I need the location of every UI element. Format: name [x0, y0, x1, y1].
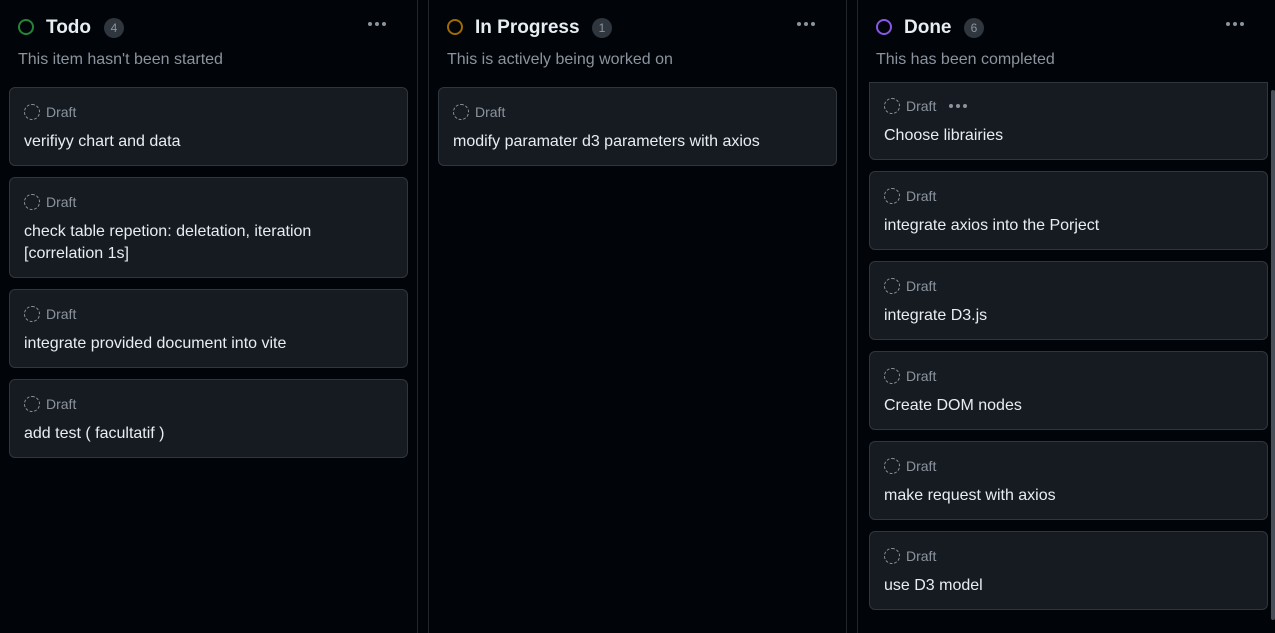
column-in-progress: In Progress 1 This is actively being wor…	[428, 0, 847, 633]
draft-label: Draft	[906, 458, 937, 474]
card-title[interactable]: modify paramater d3 parameters with axio…	[453, 131, 822, 153]
card[interactable]: Draft make request with axios	[869, 441, 1268, 520]
draft-label: Draft	[906, 98, 937, 114]
draft-label: Draft	[906, 278, 937, 294]
draft-icon	[884, 458, 900, 474]
card-menu-icon[interactable]	[949, 104, 968, 108]
column-title: Done	[904, 17, 952, 38]
draft-icon	[24, 396, 40, 412]
draft-icon	[884, 98, 900, 114]
draft-label: Draft	[906, 368, 937, 384]
draft-icon	[24, 194, 40, 210]
card-title[interactable]: add test ( facultatif )	[24, 423, 393, 445]
column-done: Done 6 This has been completed Draft Cho…	[857, 0, 1275, 633]
draft-label: Draft	[46, 194, 77, 210]
card-title[interactable]: integrate axios into the Porject	[884, 215, 1253, 237]
card[interactable]: Draft integrate provided document into v…	[9, 289, 408, 368]
count-badge: 6	[964, 18, 984, 38]
draft-label: Draft	[46, 396, 77, 412]
card[interactable]: Draft use D3 model	[869, 531, 1268, 610]
card[interactable]: Draft integrate D3.js	[869, 261, 1268, 340]
card-title[interactable]: Create DOM nodes	[884, 395, 1253, 417]
in-progress-status-icon	[447, 19, 463, 35]
count-badge: 4	[104, 18, 124, 38]
card-list: Draft verifiyy chart and data Draft chec…	[9, 87, 408, 469]
card[interactable]: Draft integrate axios into the Porject	[869, 171, 1268, 250]
count-badge: 1	[592, 18, 612, 38]
column-header: Done 6 This has been completed	[858, 0, 1275, 82]
column-todo: Todo 4 This item hasn't been started Dra…	[0, 0, 418, 633]
card[interactable]: Draft add test ( facultatif )	[9, 379, 408, 458]
card-title[interactable]: integrate D3.js	[884, 305, 1253, 327]
draft-label: Draft	[906, 188, 937, 204]
card-title[interactable]: use D3 model	[884, 575, 1253, 597]
column-menu-icon[interactable]	[1223, 13, 1247, 35]
card[interactable]: Draft check table repetion: deletation, …	[9, 177, 408, 278]
draft-label: Draft	[46, 306, 77, 322]
column-header: In Progress 1 This is actively being wor…	[429, 0, 846, 82]
draft-label: Draft	[46, 104, 77, 120]
done-status-icon	[876, 19, 892, 35]
draft-icon	[884, 188, 900, 204]
column-menu-icon[interactable]	[794, 13, 818, 35]
draft-icon	[24, 104, 40, 120]
draft-icon	[24, 306, 40, 322]
column-header: Todo 4 This item hasn't been started	[0, 0, 417, 82]
card-list: Draft modify paramater d3 parameters wit…	[438, 87, 837, 177]
column-description: This item hasn't been started	[18, 51, 223, 68]
column-title: Todo	[46, 17, 92, 38]
card[interactable]: Draft Choose librairies	[869, 82, 1268, 160]
draft-icon	[884, 278, 900, 294]
card[interactable]: Draft Create DOM nodes	[869, 351, 1268, 430]
draft-icon	[453, 104, 469, 120]
todo-status-icon	[18, 19, 34, 35]
card-title[interactable]: make request with axios	[884, 485, 1253, 507]
column-description: This has been completed	[876, 51, 1055, 68]
card[interactable]: Draft modify paramater d3 parameters wit…	[438, 87, 837, 166]
column-menu-icon[interactable]	[365, 13, 389, 35]
column-description: This is actively being worked on	[447, 51, 673, 68]
scrollbar[interactable]	[1271, 90, 1275, 620]
draft-icon	[884, 548, 900, 564]
card-title[interactable]: Choose librairies	[884, 125, 1253, 147]
card-title[interactable]: integrate provided document into vite	[24, 333, 393, 355]
column-title: In Progress	[475, 17, 580, 38]
card-list: Draft Choose librairies Draft integrate …	[869, 82, 1268, 621]
draft-label: Draft	[906, 548, 937, 564]
card-title[interactable]: check table repetion: deletation, iterat…	[24, 221, 393, 265]
card[interactable]: Draft verifiyy chart and data	[9, 87, 408, 166]
card-title[interactable]: verifiyy chart and data	[24, 131, 393, 153]
draft-icon	[884, 368, 900, 384]
draft-label: Draft	[475, 104, 506, 120]
